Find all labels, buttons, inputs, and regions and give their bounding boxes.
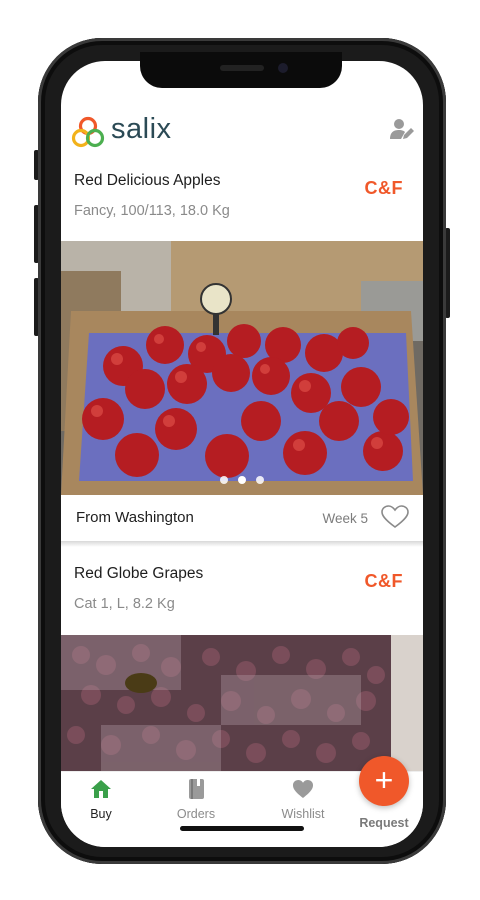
carousel-dot[interactable] (256, 476, 264, 484)
edit-profile-icon[interactable] (389, 117, 415, 141)
book-icon (189, 779, 204, 799)
tab-wishlist[interactable]: Wishlist (263, 778, 343, 821)
home-indicator[interactable] (180, 826, 304, 831)
product-photo-grapes[interactable] (61, 635, 423, 775)
apples-photo-icon (61, 241, 423, 495)
carousel-dot[interactable] (220, 476, 228, 484)
tab-label-request[interactable]: Request (351, 816, 417, 830)
delivery-week: Week 5 (322, 511, 368, 526)
product-title: Red Delicious Apples (74, 172, 221, 189)
home-icon (91, 780, 111, 798)
phone-notch (140, 52, 342, 88)
speaker-grill (220, 65, 264, 71)
product-card-apples[interactable]: Red Delicious Apples C&F Fancy, 100/113,… (61, 157, 423, 541)
price-term-badge: C&F (364, 178, 403, 198)
price-term-badge: C&F (364, 571, 403, 591)
heart-icon (293, 780, 313, 798)
front-camera (278, 63, 288, 73)
tab-label: Wishlist (281, 807, 325, 821)
carousel-dot[interactable] (238, 476, 246, 484)
tab-buy[interactable]: Buy (61, 778, 141, 821)
tab-orders[interactable]: Orders (156, 778, 236, 821)
wishlist-heart-icon[interactable] (381, 505, 409, 529)
salix-logo-icon (71, 116, 105, 148)
product-card-grapes[interactable]: Red Globe Grapes C&F Cat 1, L, 8.2 Kg (61, 551, 423, 775)
product-photo-apples[interactable] (61, 241, 423, 495)
add-request-button[interactable]: + (359, 756, 409, 806)
tab-label: Orders (176, 807, 216, 821)
product-title: Red Globe Grapes (74, 565, 204, 582)
app-screen: salix Red Delicious Apples C&F Fancy, 10… (61, 61, 423, 847)
product-origin: From Washington (76, 509, 194, 526)
product-details: Cat 1, L, 8.2 Kg (74, 596, 175, 612)
product-details: Fancy, 100/113, 18.0 Kg (74, 203, 230, 219)
carousel-indicator[interactable] (61, 471, 423, 489)
grapes-photo-icon (61, 635, 423, 775)
brand-name: salix (111, 113, 172, 145)
tab-label: Buy (90, 807, 112, 821)
card-separator (61, 541, 423, 547)
bottom-tab-bar: Buy Orders Wishlist + Request (61, 756, 423, 847)
